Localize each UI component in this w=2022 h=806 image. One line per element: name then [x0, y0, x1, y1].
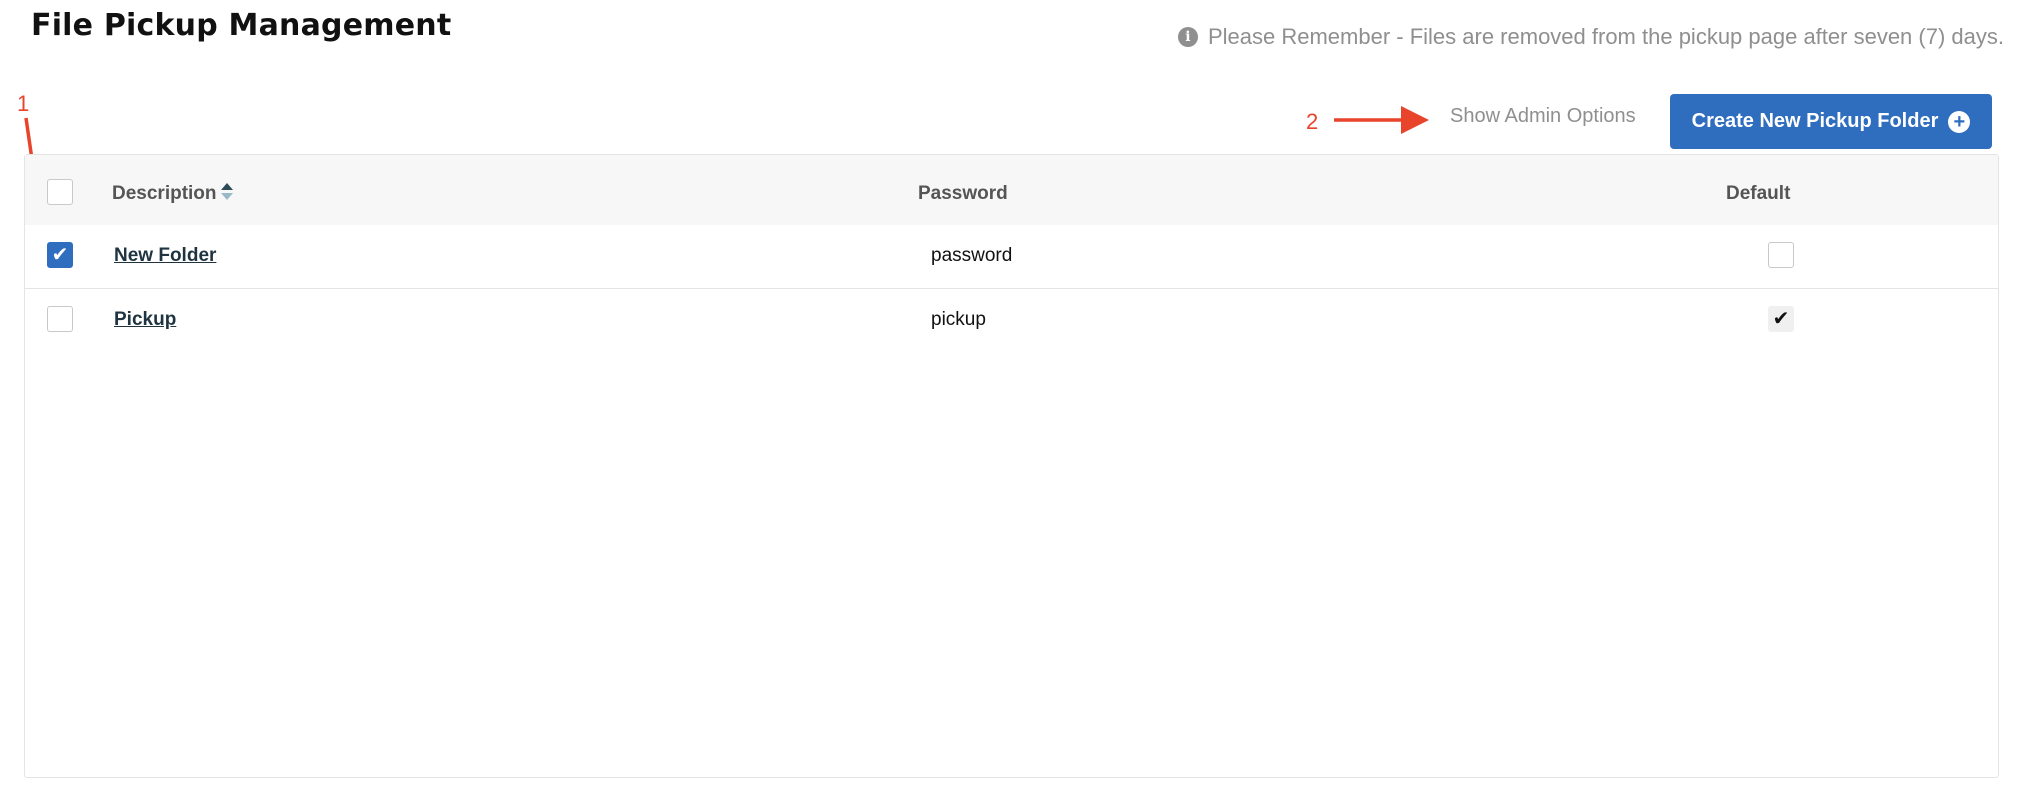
password-value: password — [931, 245, 1013, 266]
table-header: Description Password Default — [25, 155, 1998, 225]
table-row: ✔ New Folder password — [25, 225, 1998, 289]
sort-icon[interactable] — [221, 183, 233, 203]
show-admin-options-link[interactable]: Show Admin Options — [1450, 105, 1636, 128]
row-select-checkbox[interactable]: ✔ — [47, 242, 73, 268]
file-pickup-page: File Pickup Management i Please Remember… — [0, 0, 2022, 806]
column-header-password: Password — [918, 183, 1008, 204]
create-button-label: Create New Pickup Folder — [1691, 110, 1939, 132]
folder-link[interactable]: New Folder — [114, 245, 216, 267]
column-header-description[interactable]: Description — [112, 183, 217, 205]
column-header-default: Default — [1726, 183, 1791, 204]
table-row: Pickup pickup ✔ — [25, 289, 1998, 352]
plus-circle-icon: + — [1948, 110, 1971, 133]
default-checkbox[interactable]: ✔ — [1768, 306, 1794, 332]
pickup-folders-table: Description Password Default ✔ New Folde… — [24, 154, 1999, 778]
row-select-checkbox[interactable] — [47, 306, 73, 332]
create-new-pickup-folder-button[interactable]: Create New Pickup Folder + — [1670, 94, 1992, 149]
select-all-checkbox[interactable] — [47, 179, 73, 205]
default-checkbox[interactable] — [1768, 242, 1794, 268]
folder-link[interactable]: Pickup — [114, 309, 176, 331]
password-value: pickup — [931, 309, 986, 330]
